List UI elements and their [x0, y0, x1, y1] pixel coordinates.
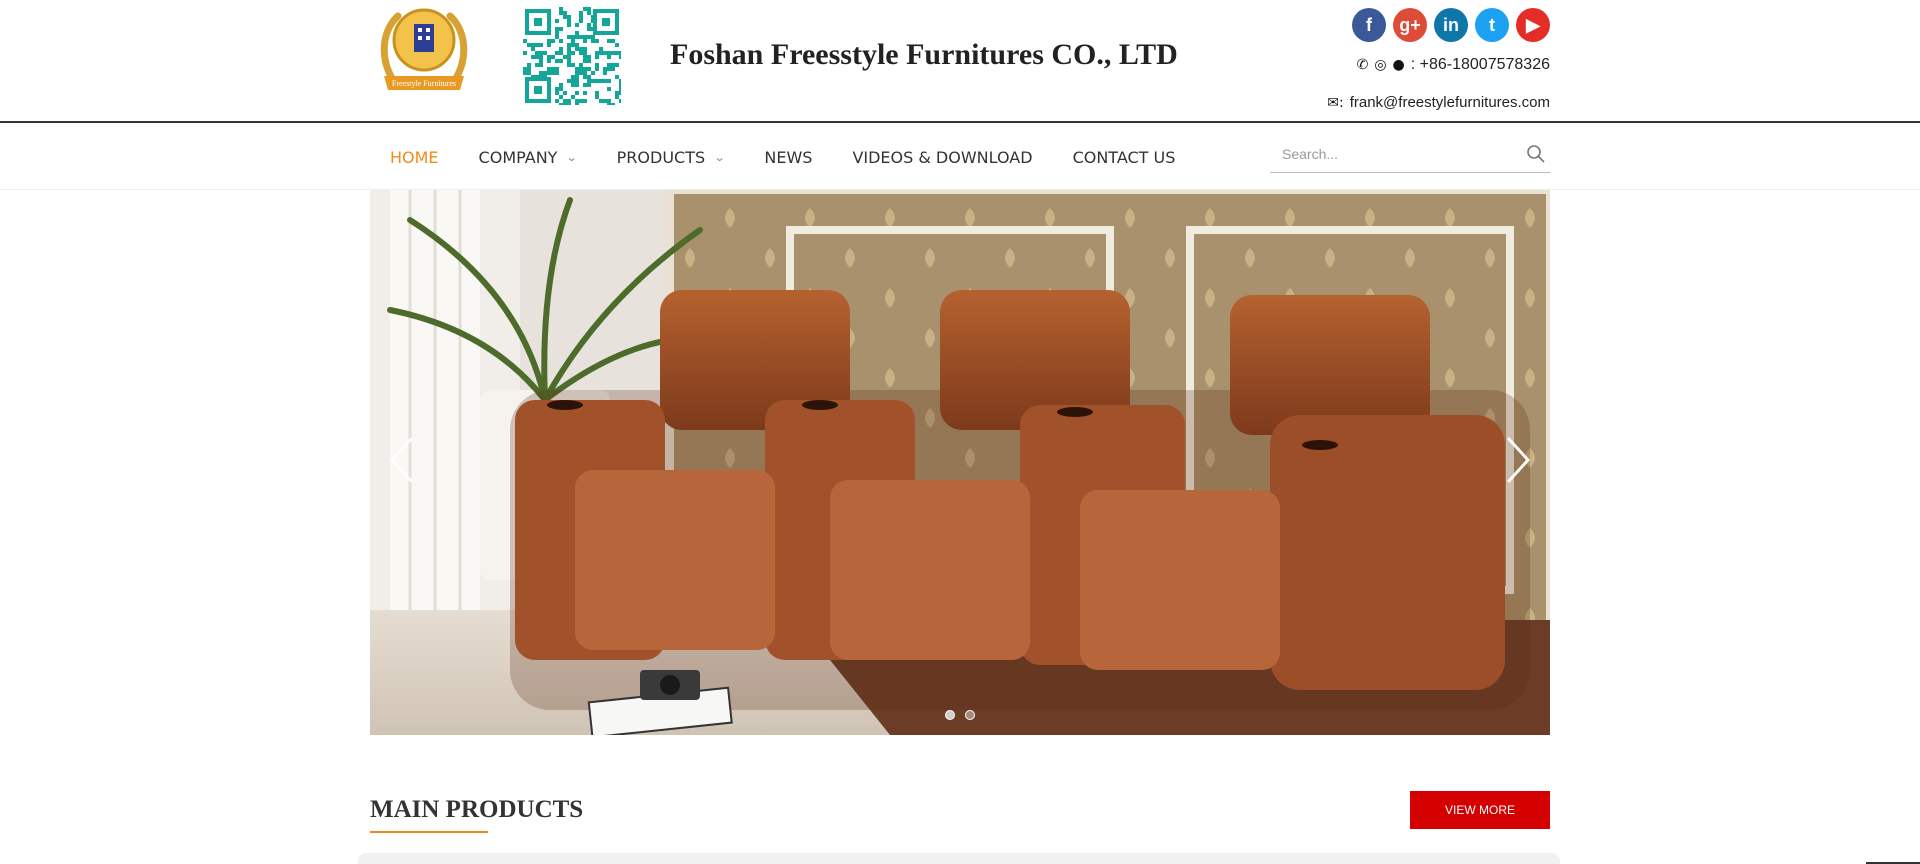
nav-item-label: HOME — [390, 147, 439, 167]
title-underline — [370, 831, 488, 833]
products-container — [358, 853, 1560, 864]
phone-icon: ✆ — [1356, 57, 1369, 73]
contact-email: ✉: frank@freestylefurnitures.com — [1327, 94, 1550, 111]
chevron-down-icon: ⌄ — [566, 150, 579, 164]
main-nav: HOME COMPANY ⌄ PRODUCTS ⌄ NEWS VIDEOS & … — [0, 124, 1920, 190]
company-logo[interactable]: Freestyle Furnitures — [376, 4, 472, 102]
google-plus-icon[interactable]: g+ — [1393, 8, 1427, 42]
nav-item-home[interactable]: HOME — [390, 148, 439, 167]
site-header: Freestyle Furnitures Foshan Freesstyle F… — [0, 0, 1920, 123]
nav-item-videos-download[interactable]: VIDEOS & DOWNLOAD — [852, 148, 1032, 167]
nav-item-contact-us[interactable]: CONTACT US — [1073, 148, 1176, 167]
logo-text: Freestyle Furnitures — [392, 79, 456, 88]
whatsapp-icon: ◎ — [1374, 57, 1387, 73]
envelope-icon: ✉: — [1327, 94, 1344, 111]
nav-items: HOME COMPANY ⌄ PRODUCTS ⌄ NEWS VIDEOS & … — [390, 124, 1215, 190]
recliner-sofa — [510, 290, 1530, 710]
search-box — [1270, 137, 1550, 173]
facebook-icon[interactable]: f — [1352, 8, 1386, 42]
social-links: f g+ in t ▶ — [1352, 8, 1550, 42]
nav-item-label: VIDEOS & DOWNLOAD — [852, 147, 1033, 167]
slider-dot-2[interactable] — [965, 710, 975, 720]
slider-pagination — [945, 710, 975, 720]
nav-item-company[interactable]: COMPANY ⌄ — [478, 147, 579, 167]
slider-next-arrow-icon[interactable] — [1498, 430, 1538, 490]
phone-number: : +86-18007578326 — [1410, 56, 1550, 73]
youtube-icon[interactable]: ▶ — [1516, 8, 1550, 42]
wechat-icon: ● — [1392, 57, 1405, 73]
search-input[interactable] — [1270, 137, 1510, 171]
banner-image-recliner-sofa — [370, 190, 1550, 735]
nav-item-label: PRODUCTS — [616, 147, 706, 167]
search-icon[interactable] — [1526, 144, 1546, 164]
company-name: Foshan Freesstyle Furnitures CO., LTD — [670, 38, 1178, 71]
section-title-main-products: MAIN PRODUCTS — [370, 796, 584, 823]
qr-code — [523, 7, 621, 105]
slider-dot-1[interactable] — [945, 710, 955, 720]
nav-item-label: CONTACT US — [1072, 147, 1176, 167]
nav-item-label: NEWS — [764, 147, 813, 167]
view-more-button[interactable]: VIEW MORE — [1410, 791, 1550, 829]
slider-prev-arrow-icon[interactable] — [382, 430, 422, 490]
nav-item-products[interactable]: PRODUCTS ⌄ — [616, 147, 726, 167]
twitter-icon[interactable]: t — [1475, 8, 1509, 42]
hero-slider — [370, 190, 1550, 735]
nav-item-news[interactable]: NEWS — [764, 148, 812, 167]
contact-phone: ✆ ◎ ● : +86-18007578326 — [1357, 56, 1550, 74]
nav-item-label: COMPANY — [478, 147, 558, 167]
chevron-down-icon: ⌄ — [713, 150, 726, 164]
linkedin-icon[interactable]: in — [1434, 8, 1468, 42]
email-address[interactable]: frank@freestylefurnitures.com — [1350, 94, 1550, 111]
